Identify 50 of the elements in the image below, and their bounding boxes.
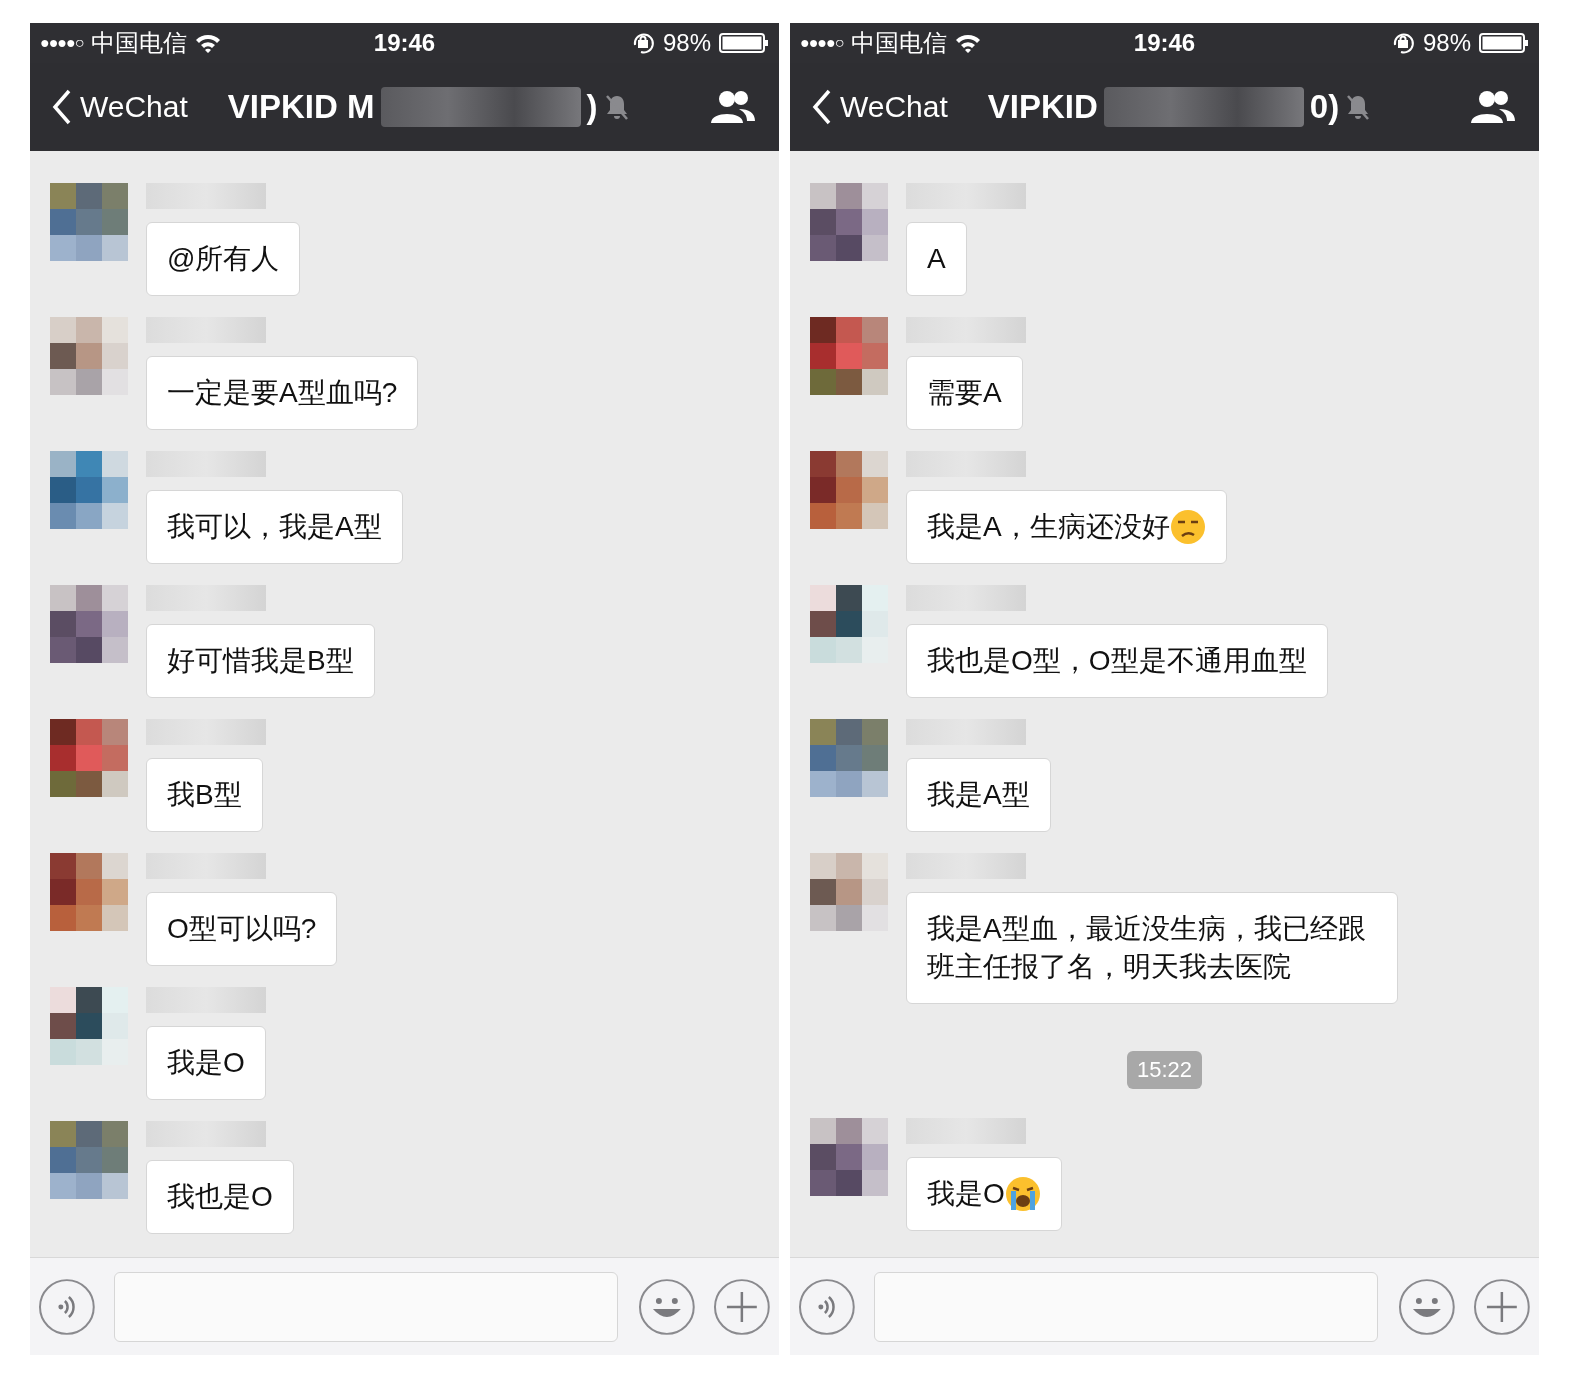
message-text: 我也是O型，O型是不通用血型 — [927, 644, 1307, 678]
carrier-name: 中国电信 — [91, 28, 188, 58]
timestamp-label: 15:22 — [1126, 1051, 1203, 1089]
group-members-icon[interactable] — [709, 89, 757, 125]
emoji-face-icon[interactable] — [1397, 1277, 1456, 1336]
battery-icon — [1479, 32, 1529, 54]
voice-icon[interactable] — [38, 1277, 96, 1336]
status-time: 19:46 — [1133, 29, 1196, 57]
message-text: @所有人 — [167, 242, 280, 276]
message-text: 我是A型 — [927, 778, 1030, 812]
wifi-icon — [955, 33, 982, 53]
voice-icon[interactable] — [798, 1277, 856, 1336]
message-text: O型可以吗? — [167, 912, 317, 946]
message-text: 一定是要A型血吗? — [167, 376, 398, 410]
chevron-left-icon — [52, 89, 72, 125]
chat-title: VIPKID — [987, 88, 1098, 126]
plus-icon[interactable] — [713, 1277, 771, 1336]
message-text: 需要A — [927, 376, 1002, 410]
back-button[interactable]: WeChat — [812, 89, 948, 125]
group-members-icon[interactable] — [1469, 89, 1517, 125]
battery-icon — [719, 32, 769, 54]
muted-bell-icon — [603, 93, 630, 121]
battery-percent: 98% — [662, 29, 711, 57]
chat-title: VIPKID M — [227, 88, 375, 126]
message-text: 我也是O — [167, 1180, 273, 1214]
message-input-field[interactable] — [873, 1271, 1378, 1342]
carrier-name: 中国电信 — [851, 28, 948, 58]
message-text: 我是A型血，最近没生病，我已经跟班主任报了名，明天我去医院 — [927, 912, 1367, 984]
crying-emoji-icon — [1004, 1176, 1041, 1212]
chevron-left-icon — [812, 89, 832, 125]
message-input-field[interactable] — [113, 1271, 618, 1342]
message-text: A — [927, 242, 946, 276]
unamused-emoji-icon — [1169, 509, 1206, 545]
emoji-face-icon[interactable] — [637, 1277, 696, 1336]
signal-dots: ●●●●○ — [40, 34, 84, 52]
message-text: 我可以，我是A型 — [167, 510, 382, 544]
chat-title-end: ) — [586, 88, 598, 126]
plus-icon[interactable] — [1473, 1277, 1531, 1336]
message-text: 好可惜我是B型 — [167, 644, 354, 678]
wifi-icon — [195, 33, 222, 53]
message-text: 我是O — [927, 1177, 1005, 1211]
message-text: 我是A，生病还没好 — [927, 510, 1170, 544]
status-time: 19:46 — [373, 29, 436, 57]
message-text: 我B型 — [167, 778, 242, 812]
chat-title-end: 0) — [1309, 88, 1340, 126]
muted-bell-icon — [1345, 93, 1372, 121]
back-button[interactable]: WeChat — [52, 89, 188, 125]
message-text: 我是O — [167, 1046, 245, 1080]
battery-percent: 98% — [1422, 29, 1471, 57]
signal-dots: ●●●●○ — [800, 34, 844, 52]
